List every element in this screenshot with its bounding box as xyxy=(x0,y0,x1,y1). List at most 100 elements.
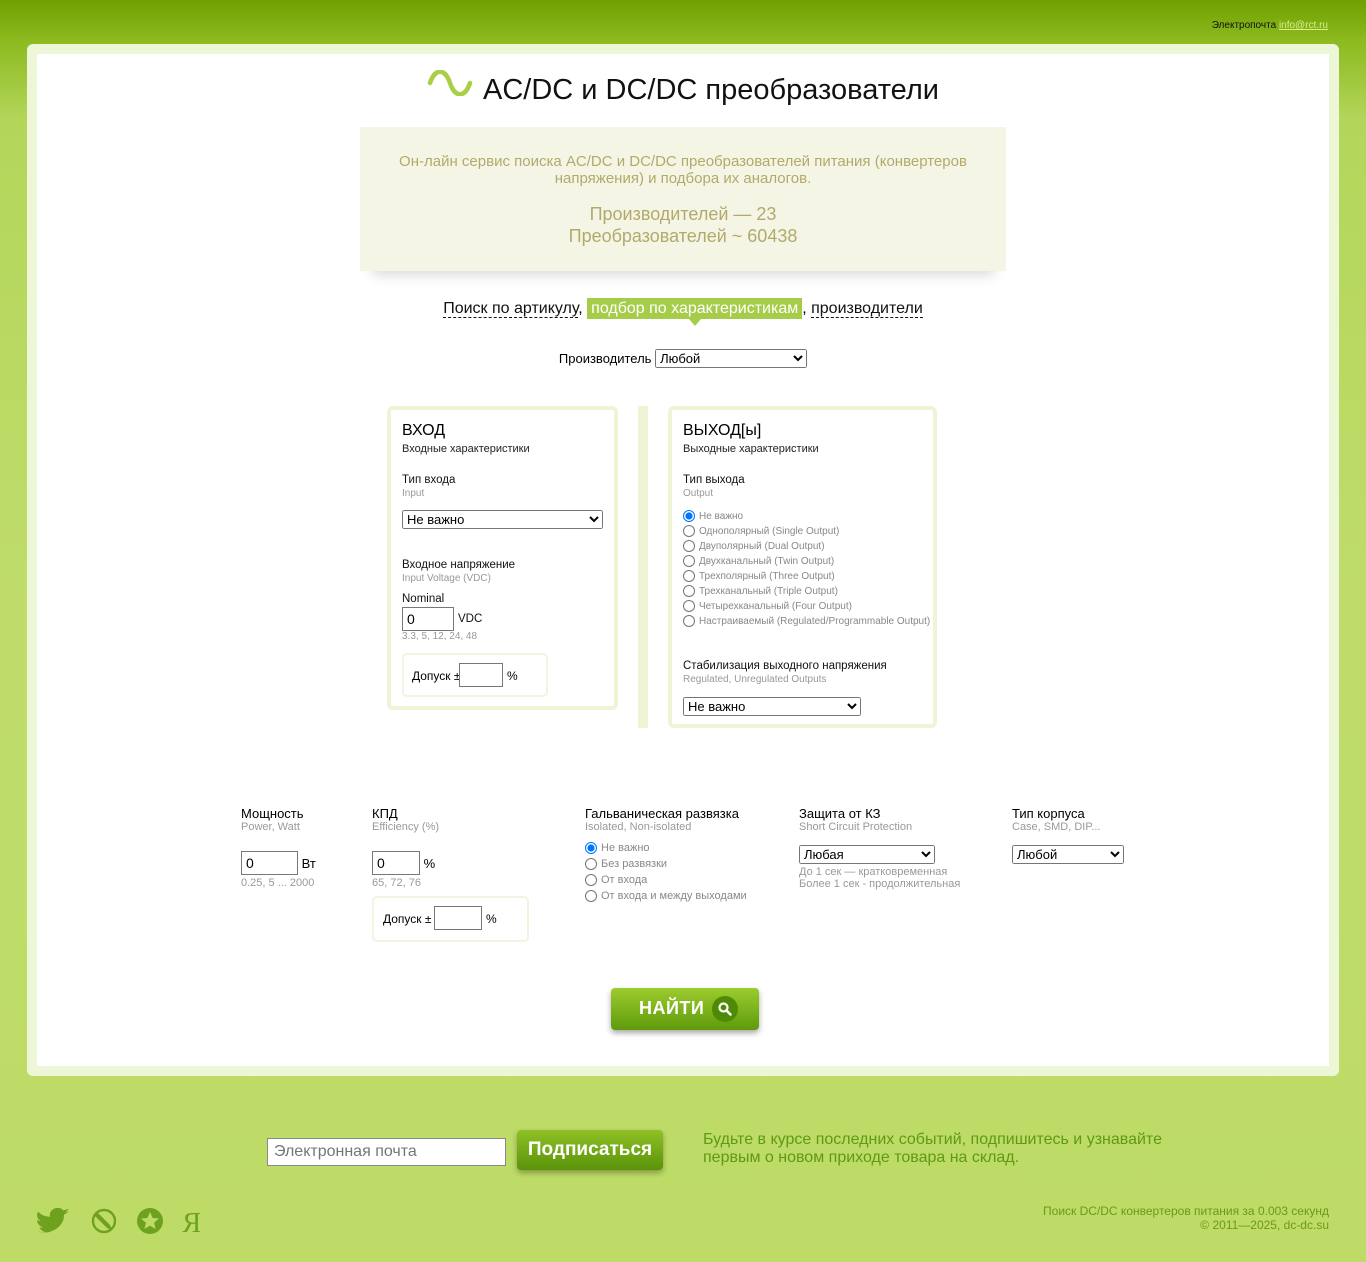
power-unit: Вт xyxy=(301,856,316,871)
efficiency-unit: % xyxy=(423,856,436,871)
manufacturer-label: Производитель xyxy=(558,351,652,366)
output-type-option[interactable]: Однополярный (Single Output) xyxy=(683,524,933,539)
output-type-option[interactable]: Трехканальный (Triple Output) xyxy=(683,584,933,599)
efficiency-input[interactable] xyxy=(372,851,420,875)
output-type-option[interactable]: Не важно xyxy=(683,509,933,524)
converters-count: Преобразователей ~ 60438 xyxy=(568,226,798,246)
isolation-label: Гальваническая развязка xyxy=(585,806,739,821)
efficiency-tolerance-unit: % xyxy=(486,912,497,926)
output-type-option[interactable]: Двухканальный (Twin Output) xyxy=(683,554,933,569)
find-button[interactable]: НАЙТИ xyxy=(611,988,759,1030)
input-box: ВХОД Входные характеристики Тип входа In… xyxy=(387,406,618,710)
subscribe-email xyxy=(267,1138,506,1166)
protection-note-short: До 1 сек — кратковременная xyxy=(799,866,948,878)
output-box: ВЫХОД[ы] Выходные характеристики Тип вых… xyxy=(668,406,937,728)
power-hint: Power, Watt xyxy=(241,821,300,833)
output-type-option[interactable]: Четырехканальный (Four Output) xyxy=(683,599,933,614)
manufacturer-filter: Производитель Любой xyxy=(37,349,1329,368)
search-modes: Поиск по артикулу, подбор по характерист… xyxy=(443,298,923,319)
output-type-option[interactable]: Трехполярный (Three Output) xyxy=(683,569,933,584)
isolation-option[interactable]: Не важно xyxy=(585,841,785,857)
efficiency-tolerance-box: Допуск ± % xyxy=(372,896,529,942)
manufacturer-select[interactable]: Любой xyxy=(655,349,808,368)
output-type-option[interactable]: Двуполярный (Dual Output) xyxy=(683,539,933,554)
output-title: ВЫХОД[ы] xyxy=(683,422,762,439)
input-type-select[interactable]: Не важно xyxy=(402,510,603,529)
stabilization-select[interactable]: Не важно xyxy=(683,697,861,716)
footer-info: Поиск DC/DC конвертеров питания за 0.003… xyxy=(1043,1204,1329,1232)
efficiency-hint: Efficiency (%) xyxy=(372,821,440,833)
power-filter: Мощность Power, Watt Вт 0.25, 5 ... 2000 xyxy=(241,806,316,889)
search-by-article-link[interactable]: Поиск по артикулу xyxy=(443,300,579,318)
nominal-voltage-input[interactable] xyxy=(402,607,454,631)
subscribe-button[interactable]: Подписаться xyxy=(517,1130,663,1170)
main-content: AC/DC и DC/DC преобразователи Он-лайн се… xyxy=(37,54,1329,1066)
power-label: Мощность xyxy=(241,806,304,821)
protection-note-long: Более 1 сек - продолжительная xyxy=(799,878,961,890)
protection-filter: Защита от КЗ Short Circuit Protection Лю… xyxy=(799,806,960,890)
input-subtitle: Входные характеристики xyxy=(402,443,530,455)
efficiency-filter: КПД Efficiency (%) % 65, 72, 76 Допуск ±… xyxy=(372,806,529,942)
search-icon xyxy=(712,996,738,1022)
protection-hint: Short Circuit Protection xyxy=(799,821,913,833)
livejournal-icon[interactable] xyxy=(91,1208,117,1239)
intro-box: Он-лайн сервис поиска AC/DC и DC/DC прео… xyxy=(360,127,1006,271)
column-separator xyxy=(638,406,648,728)
email-label: Электропочта xyxy=(1211,20,1277,31)
protection-select[interactable]: Любая xyxy=(799,845,935,864)
subscribe-text: Будьте в курсе последних событий, подпиш… xyxy=(703,1131,1162,1166)
output-type-hint: Output xyxy=(683,488,714,499)
manufacturers-link[interactable]: производители xyxy=(811,300,923,318)
subscribe-email-input[interactable] xyxy=(267,1138,506,1166)
package-hint: Case, SMD, DIP... xyxy=(1012,821,1101,833)
nominal-label: Nominal xyxy=(402,593,445,605)
protection-label: Защита от КЗ xyxy=(799,806,881,821)
efficiency-tolerance-label: Допуск ± xyxy=(383,912,432,926)
input-title: ВХОД xyxy=(402,422,446,439)
main-frame: AC/DC и DC/DC преобразователи Он-лайн се… xyxy=(27,44,1339,1076)
manufacturers-count: Производителей — 23 xyxy=(589,204,777,224)
efficiency-examples: 65, 72, 76 xyxy=(372,877,421,889)
input-type-hint: Input xyxy=(402,488,425,499)
page-title: AC/DC и DC/DC преобразователи xyxy=(37,69,1329,108)
power-input[interactable] xyxy=(241,851,298,875)
search-time: Поиск DC/DC конвертеров питания за 0.003… xyxy=(1043,1204,1329,1218)
yandex-icon[interactable]: Я xyxy=(182,1209,201,1238)
voltage-examples: 3.3, 5, 12, 24, 48 xyxy=(402,631,478,642)
input-type-label: Тип входа xyxy=(402,474,456,486)
power-examples: 0.25, 5 ... 2000 xyxy=(241,877,315,889)
output-type-label: Тип выхода xyxy=(683,474,745,486)
intro-description: Он-лайн сервис поиска AC/DC и DC/DC прео… xyxy=(399,153,967,187)
input-tolerance-label: Допуск ± xyxy=(412,669,461,683)
isolation-filter: Гальваническая развязка Isolated, Non-is… xyxy=(585,806,785,905)
search-by-params-tab[interactable]: подбор по характеристикам xyxy=(587,298,803,319)
isolation-option[interactable]: От входа и между выходами xyxy=(585,889,785,905)
vdc-unit: VDC xyxy=(458,613,483,625)
output-type-radios: Не важно Однополярный (Single Output) Дв… xyxy=(683,509,933,629)
input-voltage-label: Входное напряжение xyxy=(402,559,516,571)
favorite-star-icon[interactable] xyxy=(136,1207,164,1240)
twitter-icon[interactable] xyxy=(37,1207,73,1240)
social-links: Я xyxy=(37,1207,215,1240)
efficiency-label: КПД xyxy=(372,806,398,821)
input-tolerance-input[interactable] xyxy=(459,663,503,687)
isolation-option[interactable]: От входа xyxy=(585,873,785,889)
output-subtitle: Выходные характеристики xyxy=(683,443,819,455)
find-button-label: НАЙТИ xyxy=(639,998,705,1018)
stabilization-label: Стабилизация выходного напряжения xyxy=(683,660,887,672)
output-type-option[interactable]: Настраиваемый (Regulated/Programmable Ou… xyxy=(683,614,933,629)
copyright: © 2011—2025, dc-dc.su xyxy=(1200,1218,1329,1232)
stabilization-hint: Regulated, Unregulated Outputs xyxy=(683,674,827,685)
input-voltage-hint: Input Voltage (VDC) xyxy=(402,573,491,584)
email-link[interactable]: info@rct.ru xyxy=(1279,20,1328,31)
wave-icon xyxy=(427,69,473,104)
isolation-option[interactable]: Без развязки xyxy=(585,857,785,873)
efficiency-tolerance-input[interactable] xyxy=(434,906,482,930)
package-label: Тип корпуса xyxy=(1012,806,1085,821)
page-title-text: AC/DC и DC/DC преобразователи xyxy=(483,74,939,106)
isolation-hint: Isolated, Non-isolated xyxy=(585,821,692,833)
input-tolerance-box: Допуск ± % xyxy=(402,653,548,697)
header-email: Электропочта info@rct.ru xyxy=(1212,20,1328,31)
package-filter: Тип корпуса Case, SMD, DIP... Любой xyxy=(1012,806,1124,864)
package-select[interactable]: Любой xyxy=(1012,845,1124,864)
